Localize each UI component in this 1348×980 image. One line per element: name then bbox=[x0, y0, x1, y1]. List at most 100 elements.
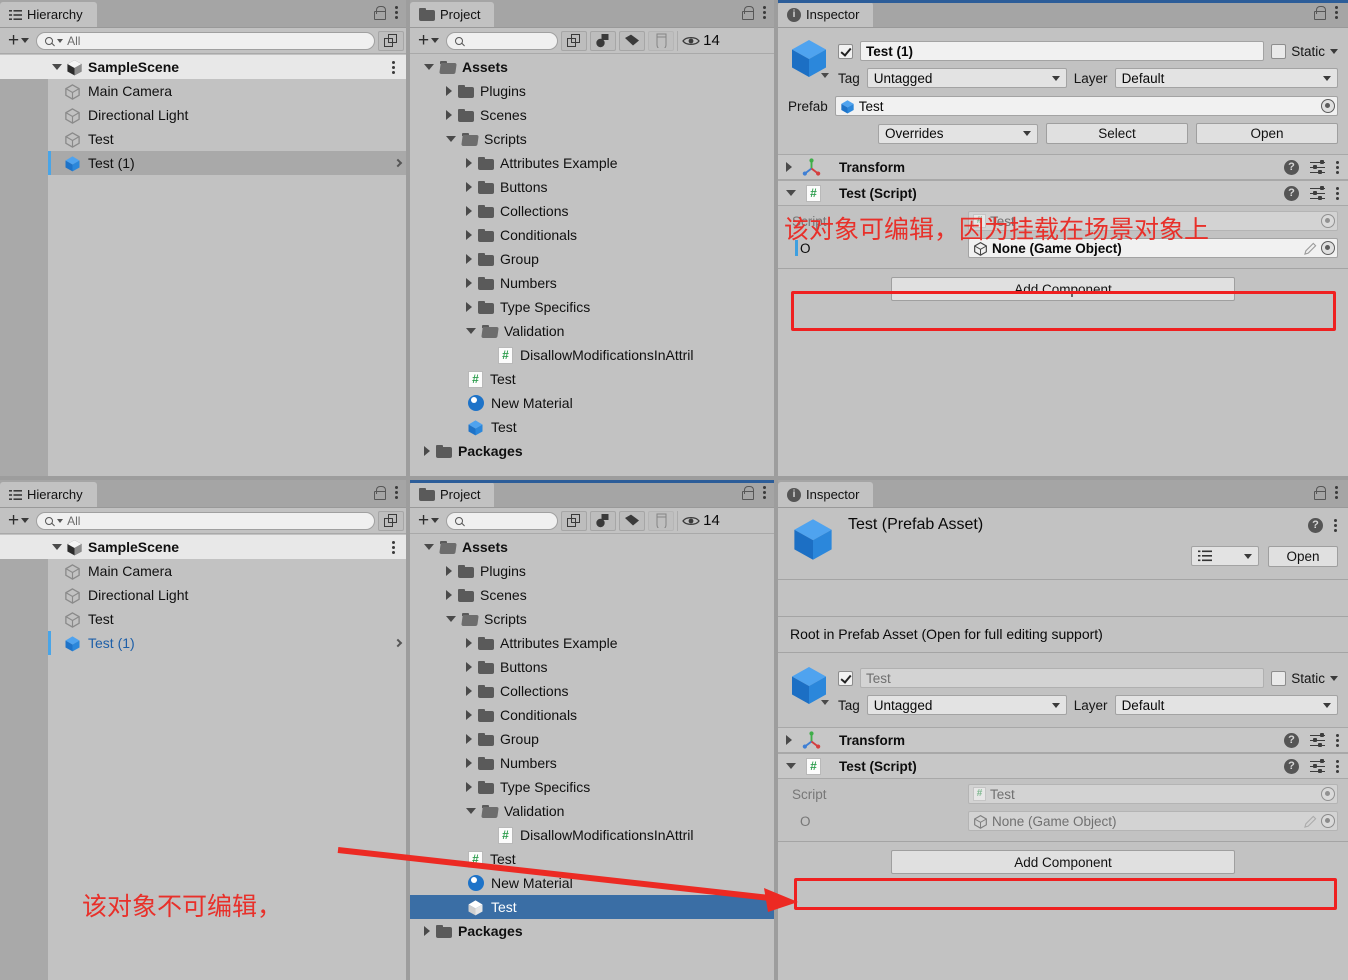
hierarchy-search-input[interactable]: All bbox=[36, 511, 375, 530]
open-prefab-button[interactable]: Open bbox=[1268, 546, 1338, 567]
chevron-right-icon[interactable] bbox=[466, 638, 472, 648]
project-row-test-prefab[interactable]: Test bbox=[410, 415, 776, 439]
tag-dropdown[interactable]: Untagged bbox=[866, 68, 1067, 88]
chevron-right-icon[interactable] bbox=[466, 662, 472, 672]
create-button[interactable]: + bbox=[4, 511, 33, 530]
tab-inspector[interactable]: i Inspector bbox=[778, 482, 874, 507]
filter-by-type-button[interactable] bbox=[590, 30, 617, 51]
chevron-right-icon[interactable] bbox=[466, 302, 472, 312]
project-row-group[interactable]: Group bbox=[410, 247, 776, 271]
chevron-down-icon[interactable] bbox=[52, 64, 62, 70]
enabled-checkbox[interactable] bbox=[838, 670, 853, 686]
preset-icon[interactable] bbox=[1310, 186, 1325, 200]
lock-icon[interactable] bbox=[1313, 6, 1326, 20]
chevron-right-icon[interactable] bbox=[424, 446, 430, 456]
project-row-test-script[interactable]: # Test bbox=[410, 847, 776, 871]
chevron-right-icon[interactable] bbox=[466, 686, 472, 696]
chevron-right-icon[interactable] bbox=[446, 566, 452, 576]
project-row-test-script[interactable]: # Test bbox=[410, 367, 776, 391]
static-group[interactable]: Static bbox=[1271, 43, 1338, 59]
preset-icon[interactable] bbox=[1310, 160, 1325, 174]
hierarchy-scene-root[interactable]: SampleScene bbox=[0, 535, 408, 559]
project-row-plugins[interactable]: Plugins bbox=[410, 559, 776, 583]
create-button[interactable]: + bbox=[4, 31, 33, 50]
chevron-right-icon[interactable] bbox=[393, 158, 403, 168]
hierarchy-scene-root[interactable]: SampleScene bbox=[0, 55, 408, 79]
project-row-assets[interactable]: Assets bbox=[410, 55, 776, 79]
lock-icon[interactable] bbox=[1313, 486, 1326, 500]
project-row-disallow-script[interactable]: # DisallowModificationsInAttril bbox=[410, 823, 776, 847]
layer-dropdown[interactable]: Default bbox=[1114, 695, 1338, 715]
select-button[interactable]: Select bbox=[1046, 123, 1188, 144]
object-name-field[interactable]: Test (1) bbox=[860, 41, 1265, 61]
project-row-test-prefab-selected[interactable]: Test bbox=[410, 895, 776, 919]
project-row-buttons[interactable]: Buttons bbox=[410, 655, 776, 679]
hierarchy-item-test-1-selected[interactable]: Test (1) bbox=[0, 151, 408, 175]
chevron-right-icon[interactable] bbox=[424, 926, 430, 936]
chevron-right-icon[interactable] bbox=[466, 758, 472, 768]
chevron-down-icon[interactable] bbox=[821, 73, 829, 78]
project-row-new-material[interactable]: New Material bbox=[410, 871, 776, 895]
chevron-right-icon[interactable] bbox=[786, 735, 792, 745]
static-checkbox[interactable] bbox=[1271, 670, 1287, 686]
component-menu-icon[interactable] bbox=[1336, 186, 1340, 200]
panel-menu-icon[interactable] bbox=[763, 486, 767, 499]
project-row-scenes[interactable]: Scenes bbox=[410, 583, 776, 607]
filter-by-label-button[interactable] bbox=[619, 510, 646, 531]
project-row-numbers[interactable]: Numbers bbox=[410, 751, 776, 775]
chevron-right-icon[interactable] bbox=[786, 162, 792, 172]
tab-hierarchy[interactable]: Hierarchy bbox=[0, 2, 97, 27]
static-group[interactable]: Static bbox=[1271, 670, 1338, 686]
save-search-button[interactable] bbox=[648, 510, 675, 531]
open-button[interactable]: Open bbox=[1196, 123, 1338, 144]
chevron-right-icon[interactable] bbox=[466, 230, 472, 240]
create-asset-button[interactable]: + bbox=[414, 511, 443, 530]
project-row-type-specifics[interactable]: Type Specifics bbox=[410, 295, 776, 319]
project-row-validation[interactable]: Validation bbox=[410, 319, 776, 343]
chevron-right-icon[interactable] bbox=[466, 158, 472, 168]
project-row-conditionals[interactable]: Conditionals bbox=[410, 703, 776, 727]
tag-dropdown[interactable]: Untagged bbox=[866, 695, 1067, 715]
preset-icon[interactable] bbox=[1310, 759, 1325, 773]
project-row-scripts[interactable]: Scripts bbox=[410, 127, 776, 151]
project-row-conditionals[interactable]: Conditionals bbox=[410, 223, 776, 247]
project-search-input[interactable] bbox=[446, 31, 559, 50]
overrides-dropdown[interactable]: Overrides bbox=[878, 123, 1038, 144]
visible-count-group[interactable]: 14 bbox=[677, 30, 720, 51]
chevron-down-icon[interactable] bbox=[424, 544, 434, 550]
project-row-new-material[interactable]: New Material bbox=[410, 391, 776, 415]
chevron-down-icon[interactable] bbox=[1330, 675, 1338, 681]
edit-pencil-icon[interactable] bbox=[1304, 242, 1317, 255]
search-popout-button[interactable] bbox=[561, 30, 588, 51]
hierarchy-item-main-camera[interactable]: Main Camera bbox=[0, 559, 408, 583]
chevron-down-icon[interactable] bbox=[446, 616, 456, 622]
project-row-packages[interactable]: Packages bbox=[410, 439, 776, 463]
panel-menu-icon[interactable] bbox=[1335, 6, 1339, 19]
project-row-scripts[interactable]: Scripts bbox=[410, 607, 776, 631]
tab-project[interactable]: Project bbox=[410, 2, 495, 27]
project-row-numbers[interactable]: Numbers bbox=[410, 271, 776, 295]
help-icon[interactable]: ? bbox=[1284, 185, 1299, 201]
script-component-header[interactable]: # Test (Script) ? bbox=[778, 753, 1348, 779]
project-row-scenes[interactable]: Scenes bbox=[410, 103, 776, 127]
lock-icon[interactable] bbox=[373, 486, 386, 500]
filter-by-type-button[interactable] bbox=[590, 510, 617, 531]
scene-menu-icon[interactable] bbox=[392, 60, 396, 74]
project-row-plugins[interactable]: Plugins bbox=[410, 79, 776, 103]
panel-menu-icon[interactable] bbox=[395, 6, 399, 19]
help-icon[interactable]: ? bbox=[1284, 159, 1299, 175]
search-popout-button[interactable] bbox=[378, 510, 404, 531]
help-icon[interactable]: ? bbox=[1284, 758, 1299, 774]
object-picker-icon[interactable] bbox=[1321, 241, 1335, 255]
prefab-object-field[interactable]: Test bbox=[834, 96, 1338, 116]
lock-icon[interactable] bbox=[741, 486, 754, 500]
script-component-header[interactable]: # Test (Script) ? bbox=[778, 180, 1348, 206]
chevron-right-icon[interactable] bbox=[466, 278, 472, 288]
chevron-down-icon[interactable] bbox=[786, 190, 796, 196]
project-row-packages[interactable]: Packages bbox=[410, 919, 776, 943]
visible-count-group[interactable]: 14 bbox=[677, 510, 720, 531]
project-row-assets[interactable]: Assets bbox=[410, 535, 776, 559]
project-row-attributes-example[interactable]: Attributes Example bbox=[410, 631, 776, 655]
project-row-buttons[interactable]: Buttons bbox=[410, 175, 776, 199]
lock-icon[interactable] bbox=[741, 6, 754, 20]
